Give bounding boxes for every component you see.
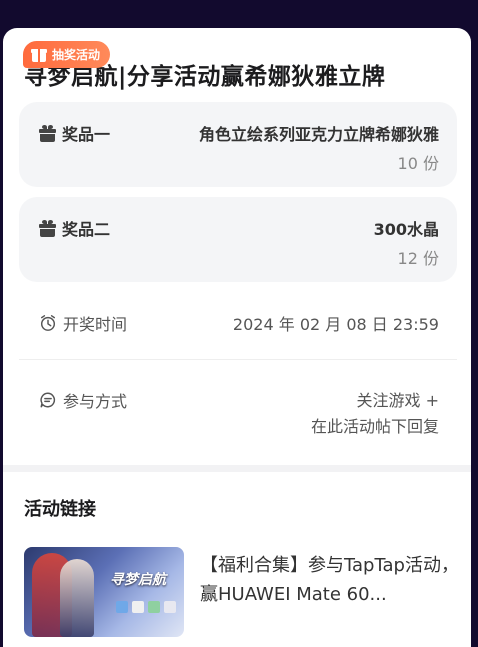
participation-line-2: 在此活动帖下回复 (310, 417, 439, 436)
link-title[interactable]: 【福利合集】参与TapTap活动，赢HUAWEI Mate 60... (200, 551, 462, 609)
section-divider (3, 465, 471, 472)
lottery-badge: 抽奖活动 (23, 41, 111, 68)
prize-card-1: 奖品一 角色立绘系列亚克力立牌希娜狄雅 10 份 (19, 102, 457, 187)
chat-bubble-icon (40, 392, 56, 408)
link-thumbnail[interactable]: 寻梦启航 (24, 547, 184, 637)
participation-value: 关注游戏 + 在此活动帖下回复 (311, 388, 439, 440)
draw-time-label: 开奖时间 (39, 311, 127, 335)
participation-label: 参与方式 (39, 388, 127, 412)
prize-label: 奖品一 (39, 121, 110, 145)
gift-icon (39, 124, 56, 142)
prize-card-2: 奖品二 300水晶 12 份 (19, 197, 457, 282)
prize-name: 300水晶 (373, 220, 439, 239)
draw-time-row: 开奖时间 2024 年 02 月 08 日 23:59 (19, 298, 457, 360)
thumbnail-text: 寻梦启航 (110, 572, 166, 588)
prize-label: 奖品二 (39, 216, 110, 240)
draw-time-label-text: 开奖时间 (63, 315, 128, 334)
links-section-title: 活动链接 (24, 499, 96, 520)
participation-label-text: 参与方式 (63, 392, 128, 411)
prize-name: 角色立绘系列亚克力立牌希娜狄雅 (198, 125, 439, 144)
gift-icon (39, 219, 56, 237)
activity-panel: 抽奖活动 寻梦启航|分享活动赢希娜狄雅立牌 奖品一 角色立绘系列亚克力立牌希娜狄… (3, 28, 471, 647)
alarm-clock-icon (40, 315, 56, 331)
draw-time-value: 2024 年 02 月 08 日 23:59 (232, 315, 439, 334)
prize-quantity: 10 份 (397, 154, 439, 173)
activity-link-card[interactable]: 寻梦启航 【福利合集】参与TapTap活动，赢HUAWEI Mate 60... (24, 547, 464, 639)
prize-label-text: 奖品二 (62, 220, 111, 239)
gift-box-icon (31, 48, 47, 62)
badge-label: 抽奖活动 (52, 48, 101, 62)
prize-quantity: 12 份 (397, 249, 439, 268)
prize-label-text: 奖品一 (62, 125, 111, 144)
participation-row: 参与方式 关注游戏 + 在此活动帖下回复 (19, 360, 457, 464)
participation-line-1: 关注游戏 + (356, 391, 440, 410)
